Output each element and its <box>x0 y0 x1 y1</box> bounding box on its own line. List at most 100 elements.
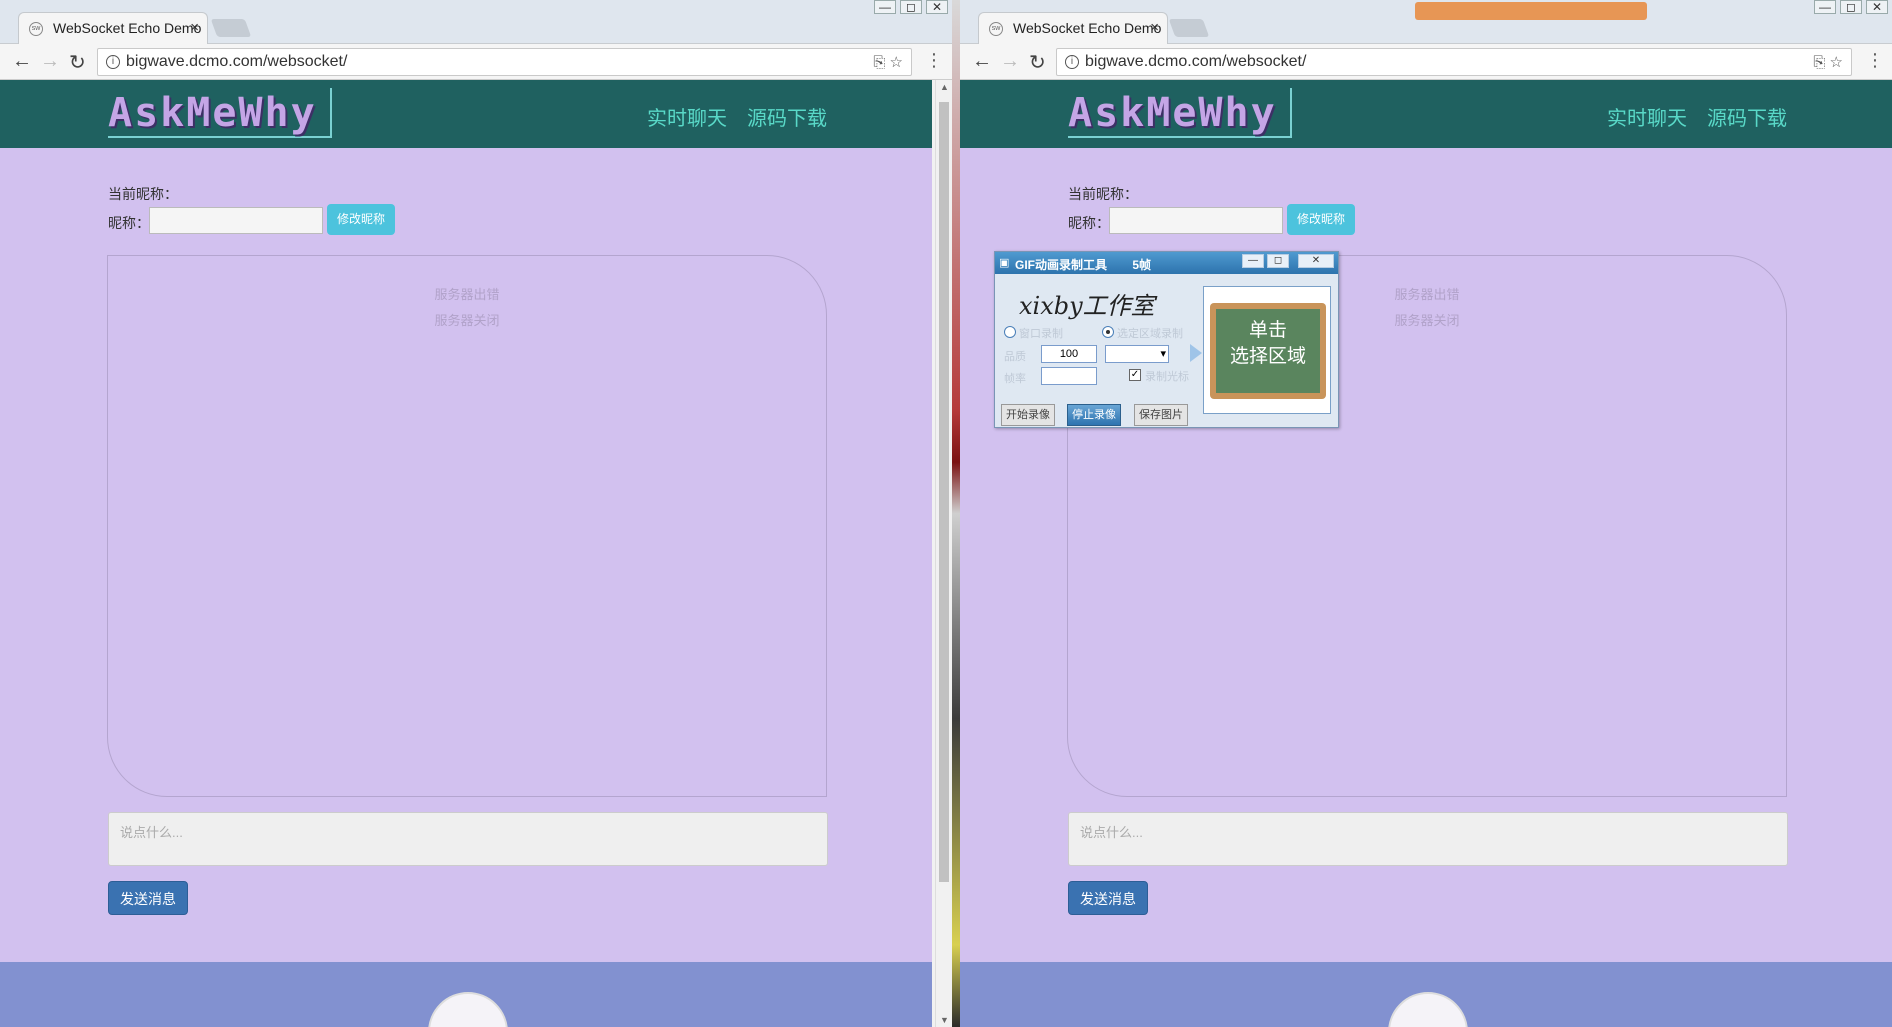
reload-icon[interactable]: ↻ <box>69 50 86 75</box>
system-message: 服务器出错 <box>434 287 500 302</box>
current-nick-label: 当前昵称： <box>108 186 178 202</box>
nick-input[interactable] <box>149 207 323 234</box>
site-logo[interactable]: AskMeWhy <box>1068 88 1292 138</box>
nick-label: 昵称： <box>1068 215 1110 231</box>
new-tab-button[interactable] <box>1168 19 1210 37</box>
maximize-icon[interactable]: ◻ <box>1840 0 1862 14</box>
info-icon[interactable]: i <box>1065 55 1079 69</box>
info-icon[interactable]: i <box>106 55 120 69</box>
reload-icon[interactable]: ↻ <box>1029 50 1046 75</box>
back-icon[interactable]: ← <box>12 50 32 73</box>
page-viewport: AskMeWhy 实时聊天 源码下载 当前昵称： 昵称： 修改昵称 服务器出错 … <box>960 80 1892 1027</box>
tab-bar: sw WebSocket Echo Demo × — ◻ ✕ <box>960 0 1892 44</box>
tab-close-icon[interactable]: × <box>1150 19 1159 36</box>
pointer-arrow-icon <box>1190 344 1202 362</box>
forward-icon[interactable]: → <box>1000 50 1020 73</box>
window-divider <box>952 0 960 1027</box>
tab-title: WebSocket Echo Demo <box>1013 20 1162 36</box>
send-message-button[interactable]: 发送消息 <box>108 881 188 915</box>
page-viewport: AskMeWhy 实时聊天 源码下载 当前昵称： 昵称： 修改昵称 服务器出错 … <box>0 80 932 1027</box>
bookmark-star-icon[interactable]: ☆ <box>1830 54 1843 71</box>
frame-count: 5帧 <box>1132 258 1152 272</box>
favicon-icon: sw <box>989 22 1003 36</box>
blackboard-icon: 单击 选择区域 <box>1210 303 1326 399</box>
window-controls: — ◻ ✕ <box>870 0 948 14</box>
scrollbar[interactable]: ▲ ▼ <box>935 80 952 1027</box>
save-image-button[interactable]: 保存图片 <box>1134 404 1188 426</box>
site-logo[interactable]: AskMeWhy <box>108 88 332 138</box>
close-icon[interactable]: ✕ <box>1298 254 1334 268</box>
gif-recorder-title: GIF动画录制工具 <box>1015 258 1107 272</box>
board-line-2: 选择区域 <box>1229 346 1306 367</box>
site-footer <box>0 962 932 1027</box>
browser-window-right: sw WebSocket Echo Demo × — ◻ ✕ ← → ↻ i big… <box>960 0 1892 1027</box>
browser-tab[interactable]: sw WebSocket Echo Demo × <box>18 12 208 44</box>
site-footer <box>960 962 1892 1027</box>
message-textarea[interactable]: 说点什么... <box>108 812 828 866</box>
menu-icon[interactable]: ⋮ <box>1866 50 1884 71</box>
mode-area-label: 选定区域录制 <box>1117 328 1183 340</box>
current-nick-label: 当前昵称： <box>1068 186 1138 202</box>
close-window-icon[interactable]: ✕ <box>1866 0 1888 14</box>
message-textarea[interactable]: 说点什么... <box>1068 812 1788 866</box>
board-line-1: 单击 <box>1248 320 1287 341</box>
nick-label: 昵称： <box>108 215 150 231</box>
show-cursor-label: 录制光标 <box>1145 371 1189 383</box>
fps-input[interactable] <box>1041 367 1097 385</box>
browser-toolbar: ← → ↻ i bigwave.dcmo.com/websocket/ ⎘ ☆ … <box>0 44 952 80</box>
close-window-icon[interactable]: ✕ <box>926 0 948 14</box>
scroll-up-icon[interactable]: ▲ <box>940 82 949 92</box>
minimize-icon[interactable]: — <box>874 0 896 14</box>
chevron-down-icon: ▾ <box>1160 348 1166 360</box>
omnibox-icons: ⎘ ☆ <box>873 53 903 71</box>
select-area-panel[interactable]: 单击 选择区域 <box>1203 286 1331 414</box>
start-recording-button[interactable]: 开始录像 <box>1001 404 1055 426</box>
nav-chat-link[interactable]: 实时聊天 <box>1607 102 1687 131</box>
change-nick-button[interactable]: 修改昵称 <box>327 204 396 235</box>
stop-recording-button[interactable]: 停止录像 <box>1067 404 1121 426</box>
address-bar[interactable]: i bigwave.dcmo.com/websocket/ ⎘ ☆ <box>97 48 912 76</box>
maximize-icon[interactable]: ◻ <box>900 0 922 14</box>
send-message-button[interactable]: 发送消息 <box>1068 881 1148 915</box>
maximize-icon[interactable]: ◻ <box>1267 254 1289 268</box>
scale-dropdown[interactable]: ▾ <box>1105 345 1169 363</box>
window-controls: — ◻ ✕ <box>1810 0 1888 14</box>
show-cursor-checkbox[interactable]: ✓ <box>1129 369 1141 381</box>
gif-recorder-window: GIF动画录制工具 5帧 ▣ — ◻ ✕ xixby工作室 窗口录制 选定区域录… <box>994 251 1339 428</box>
nav-chat-link[interactable]: 实时聊天 <box>647 102 727 131</box>
forward-icon[interactable]: → <box>40 50 60 73</box>
app-icon: ▣ <box>999 257 1010 269</box>
browser-toolbar: ← → ↻ i bigwave.dcmo.com/websocket/ ⎘ ☆ … <box>960 44 1892 80</box>
url-text: bigwave.dcmo.com/websocket/ <box>1085 53 1307 70</box>
avatar <box>428 992 508 1027</box>
minimize-icon[interactable]: — <box>1814 0 1836 14</box>
site-header: AskMeWhy 实时聊天 源码下载 <box>960 80 1892 148</box>
background-notification <box>1415 2 1647 20</box>
bookmark-star-icon[interactable]: ☆ <box>890 54 903 71</box>
quality-input[interactable]: 100 <box>1041 345 1097 363</box>
scrollbar-thumb[interactable] <box>939 102 949 882</box>
back-icon[interactable]: ← <box>972 50 992 73</box>
minimize-icon[interactable]: — <box>1242 254 1264 268</box>
url-text: bigwave.dcmo.com/websocket/ <box>126 53 348 70</box>
change-nick-button[interactable]: 修改昵称 <box>1287 204 1356 235</box>
nav-source-link[interactable]: 源码下载 <box>1707 102 1787 131</box>
menu-icon[interactable]: ⋮ <box>925 50 943 71</box>
tab-close-icon[interactable]: × <box>190 19 199 36</box>
avatar <box>1388 992 1468 1027</box>
browser-tab[interactable]: sw WebSocket Echo Demo × <box>978 12 1168 44</box>
tab-bar: sw WebSocket Echo Demo × — ◻ ✕ <box>0 0 952 44</box>
translate-icon[interactable]: ⎘ <box>1813 54 1825 71</box>
browser-window-left: sw WebSocket Echo Demo × — ◻ ✕ ← → ↻ i big… <box>0 0 952 1027</box>
mode-area-radio[interactable] <box>1102 326 1114 338</box>
mode-window-radio[interactable] <box>1004 326 1016 338</box>
tab-title: WebSocket Echo Demo <box>53 20 202 36</box>
nick-input[interactable] <box>1109 207 1283 234</box>
scroll-down-icon[interactable]: ▼ <box>940 1015 949 1025</box>
studio-signature: xixby工作室 <box>1019 292 1155 320</box>
translate-icon[interactable]: ⎘ <box>873 54 885 71</box>
nav-source-link[interactable]: 源码下载 <box>747 102 827 131</box>
system-message: 服务器关闭 <box>434 313 500 328</box>
new-tab-button[interactable] <box>210 19 252 37</box>
address-bar[interactable]: i bigwave.dcmo.com/websocket/ ⎘ ☆ <box>1056 48 1852 76</box>
